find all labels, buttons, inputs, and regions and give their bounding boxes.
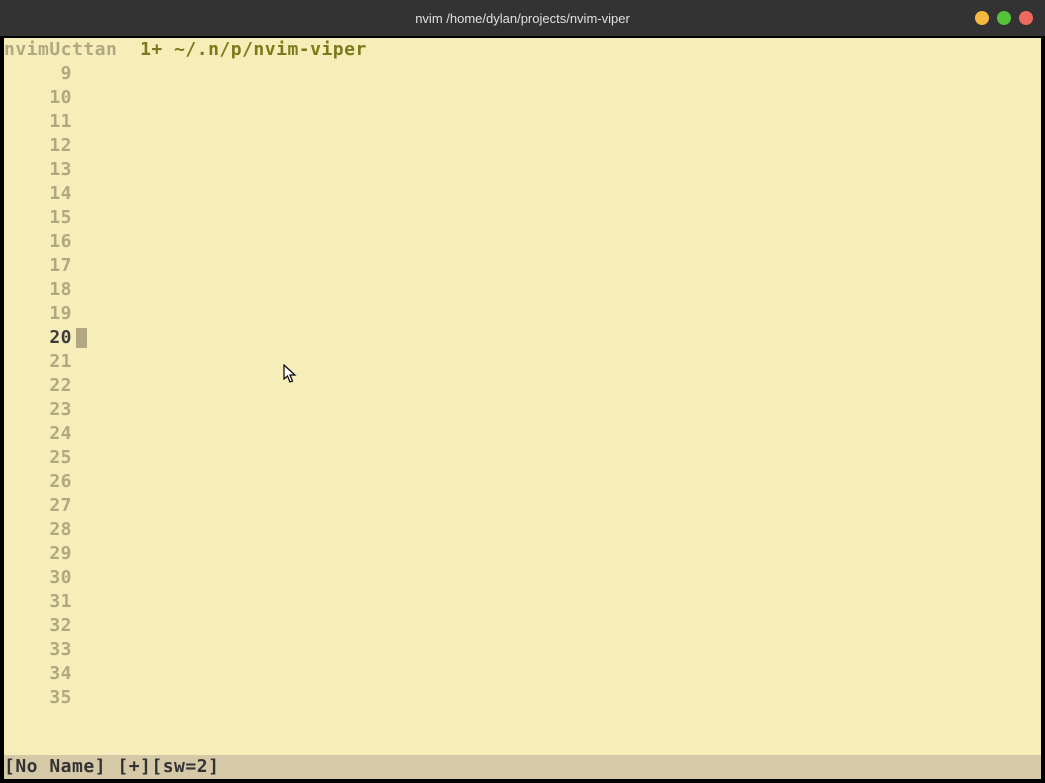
editor-frame: nvimUcttan 1+ ~/.n/p/nvim-viper 91011121… — [0, 36, 1045, 783]
line-number: 24 — [4, 422, 72, 446]
maximize-button[interactable] — [997, 11, 1011, 25]
buffer-line[interactable] — [76, 590, 1041, 614]
line-number: 34 — [4, 662, 72, 686]
buffer-line[interactable] — [76, 686, 1041, 710]
buffer-line[interactable] — [76, 470, 1041, 494]
line-number: 32 — [4, 614, 72, 638]
window-controls — [975, 11, 1033, 25]
buffer-line[interactable] — [76, 566, 1041, 590]
buffer-line[interactable] — [76, 278, 1041, 302]
line-number: 29 — [4, 542, 72, 566]
line-number: 31 — [4, 590, 72, 614]
line-number: 13 — [4, 158, 72, 182]
line-number: 19 — [4, 302, 72, 326]
line-number: 35 — [4, 686, 72, 710]
text-cursor — [76, 328, 87, 348]
line-number: 18 — [4, 278, 72, 302]
buffer-line[interactable] — [76, 398, 1041, 422]
tabline-path: 1+ ~/.n/p/nvim-viper — [140, 38, 367, 62]
buffer-line[interactable] — [76, 422, 1041, 446]
line-number: 25 — [4, 446, 72, 470]
buffer-line[interactable] — [76, 638, 1041, 662]
buffer-line[interactable] — [76, 62, 1041, 86]
buffer-line[interactable] — [76, 542, 1041, 566]
line-number: 15 — [4, 206, 72, 230]
buffer-line[interactable] — [76, 182, 1041, 206]
line-number: 33 — [4, 638, 72, 662]
line-number: 21 — [4, 350, 72, 374]
close-button[interactable] — [1019, 11, 1033, 25]
line-number: 27 — [4, 494, 72, 518]
buffer-line[interactable] — [76, 86, 1041, 110]
line-number: 9 — [4, 62, 72, 86]
statusline: [No Name] [+][sw=2] — [4, 755, 1041, 779]
line-number: 23 — [4, 398, 72, 422]
buffer-line[interactable] — [76, 134, 1041, 158]
buffer-line[interactable] — [76, 494, 1041, 518]
buffer-line[interactable] — [76, 110, 1041, 134]
buffer-line[interactable] — [76, 350, 1041, 374]
line-number: 12 — [4, 134, 72, 158]
line-number: 28 — [4, 518, 72, 542]
buffer-line[interactable] — [76, 446, 1041, 470]
buffer-line[interactable] — [76, 518, 1041, 542]
buffer-line[interactable] — [76, 302, 1041, 326]
buffer-line[interactable] — [76, 614, 1041, 638]
buffer-line[interactable] — [76, 254, 1041, 278]
line-number: 30 — [4, 566, 72, 590]
line-number: 10 — [4, 86, 72, 110]
terminal-app[interactable]: nvimUcttan 1+ ~/.n/p/nvim-viper 91011121… — [4, 38, 1041, 779]
tabline-left: nvimUcttan — [4, 38, 117, 62]
buffer-line[interactable] — [76, 374, 1041, 398]
line-number: 22 — [4, 374, 72, 398]
line-number: 14 — [4, 182, 72, 206]
buffer-line[interactable] — [76, 662, 1041, 686]
minimize-button[interactable] — [975, 11, 989, 25]
buffer[interactable]: 9101112131415161718192021222324252627282… — [4, 62, 1041, 755]
buffer-line[interactable] — [76, 206, 1041, 230]
line-number: 17 — [4, 254, 72, 278]
tabline: nvimUcttan 1+ ~/.n/p/nvim-viper — [4, 38, 1041, 62]
line-number: 26 — [4, 470, 72, 494]
buffer-line[interactable] — [76, 230, 1041, 254]
editor-content[interactable] — [76, 62, 1041, 755]
line-number: 16 — [4, 230, 72, 254]
buffer-line[interactable] — [76, 158, 1041, 182]
line-number: 11 — [4, 110, 72, 134]
line-number: 20 — [4, 326, 72, 350]
line-number-gutter: 9101112131415161718192021222324252627282… — [4, 62, 76, 755]
window-title: nvim /home/dylan/projects/nvim-viper — [415, 11, 630, 26]
buffer-line[interactable] — [76, 326, 1041, 350]
window-titlebar: nvim /home/dylan/projects/nvim-viper — [0, 0, 1045, 36]
